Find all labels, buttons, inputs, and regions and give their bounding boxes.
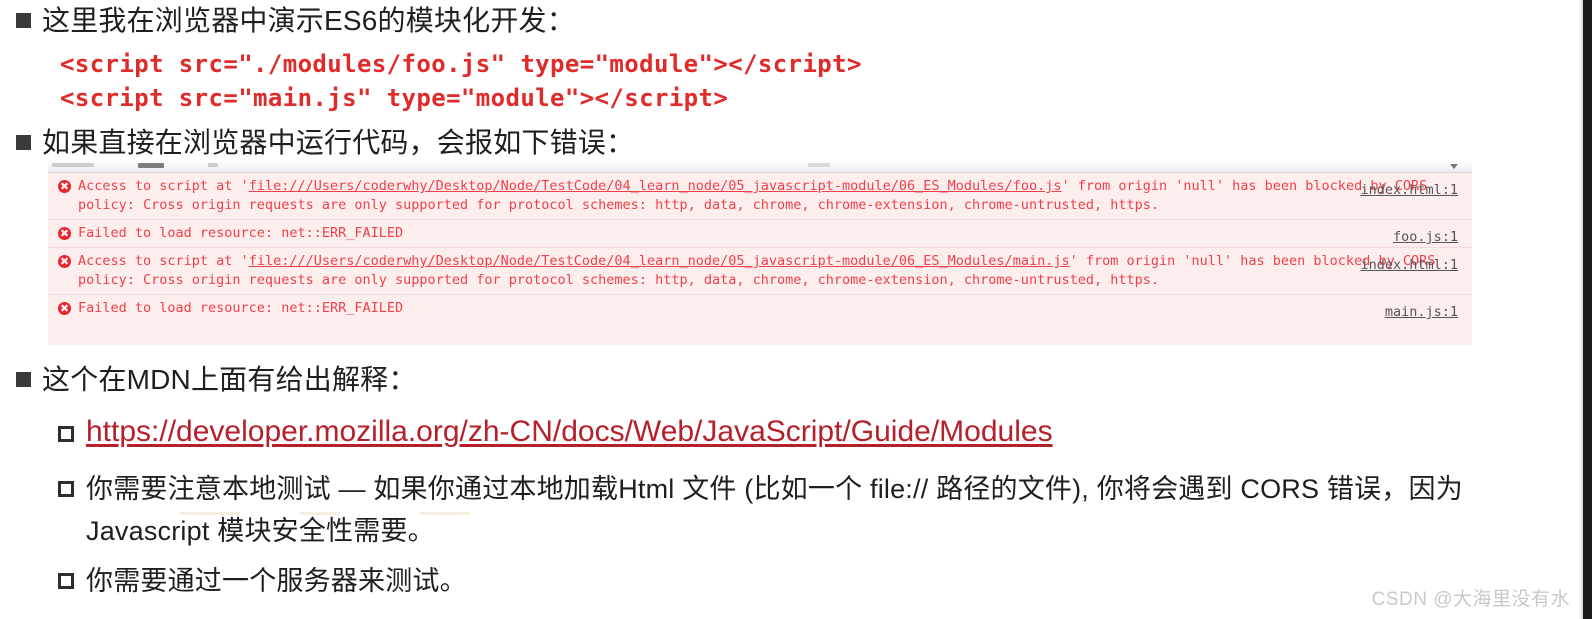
mdn-note2-item: 你需要通过一个服务器来测试。 xyxy=(58,562,467,600)
console-error-3-pre: Access to script at ' xyxy=(78,253,249,269)
hollow-square-bullet-icon xyxy=(58,426,74,442)
hollow-square-bullet-icon xyxy=(58,573,74,589)
console-error-1-pre: Access to script at ' xyxy=(78,178,249,194)
console-error-3-source[interactable]: index.html:1 xyxy=(1360,256,1458,275)
bullet-3-label: 这个在MDN上面有给出解释： xyxy=(42,364,417,395)
mdn-note2-label: 你需要通过一个服务器来测试。 xyxy=(86,566,467,596)
filled-square-bullet-icon xyxy=(16,135,31,150)
console-error-row[interactable]: ✖ Failed to load resource: net::ERR_FAIL… xyxy=(48,295,1472,322)
error-circle-icon: ✖ xyxy=(58,255,71,268)
code-line-2: <script src="main.js" type="module"></sc… xyxy=(60,84,729,112)
mdn-note-item: 你需要注意本地测试 — 如果你通过本地加载Html 文件 (比如一个 file:… xyxy=(58,470,1463,550)
chevron-down-icon[interactable] xyxy=(1450,164,1458,169)
bullet-item-2: 如果直接在浏览器中运行代码，会报如下错误： xyxy=(16,126,634,160)
toolbar-ghost-item xyxy=(138,163,164,168)
toolbar-ghost-item xyxy=(808,163,830,167)
filled-square-bullet-icon xyxy=(16,13,31,28)
console-error-2-text: Failed to load resource: net::ERR_FAILED xyxy=(78,225,404,241)
console-error-row[interactable]: ✖ Access to script at 'file:///Users/cod… xyxy=(48,173,1472,220)
console-error-1-source[interactable]: index.html:1 xyxy=(1360,181,1458,200)
console-error-row[interactable]: ✖ Access to script at 'file:///Users/cod… xyxy=(48,248,1472,295)
hollow-square-bullet-icon xyxy=(58,481,74,497)
mdn-link-item[interactable]: https://developer.mozilla.org/zh-CN/docs… xyxy=(58,415,1053,449)
toolbar-ghost-item xyxy=(52,163,94,167)
console-error-4-source[interactable]: main.js:1 xyxy=(1385,303,1458,322)
error-circle-icon: ✖ xyxy=(58,302,71,315)
console-error-1-url[interactable]: file:///Users/coderwhy/Desktop/Node/Test… xyxy=(249,178,1062,194)
mdn-note-line-1: 你需要注意本地测试 — 如果你通过本地加载Html 文件 (比如一个 file:… xyxy=(86,474,1463,504)
bullet-1-label: 这里我在浏览器中演示ES6的模块化开发： xyxy=(42,5,575,36)
error-circle-icon: ✖ xyxy=(58,227,71,240)
compression-artifact xyxy=(180,512,240,515)
bullet-item-3: 这个在MDN上面有给出解释： xyxy=(16,363,417,397)
error-circle-icon: ✖ xyxy=(58,180,71,193)
slide-canvas: 这里我在浏览器中演示ES6的模块化开发： <script src="./modu… xyxy=(0,0,1592,619)
toolbar-ghost-item xyxy=(208,163,218,167)
filled-square-bullet-icon xyxy=(16,372,31,387)
console-error-row[interactable]: ✖ Failed to load resource: net::ERR_FAIL… xyxy=(48,220,1472,248)
console-error-3-url[interactable]: file:///Users/coderwhy/Desktop/Node/Test… xyxy=(249,253,1070,269)
csdn-watermark: CSDN @大海里没有水 xyxy=(1371,589,1570,610)
compression-artifact xyxy=(300,512,340,515)
page-edge-strip xyxy=(1583,0,1592,619)
compression-artifact xyxy=(420,512,470,515)
console-error-2-source[interactable]: foo.js:1 xyxy=(1393,228,1458,247)
console-error-4-text: Failed to load resource: net::ERR_FAILED xyxy=(78,300,404,316)
mdn-modules-link[interactable]: https://developer.mozilla.org/zh-CN/docs… xyxy=(86,415,1053,449)
bullet-2-label: 如果直接在浏览器中运行代码，会报如下错误： xyxy=(42,127,635,158)
bullet-item-1: 这里我在浏览器中演示ES6的模块化开发： xyxy=(16,4,575,38)
devtools-console-panel[interactable]: ✖ Access to script at 'file:///Users/cod… xyxy=(48,172,1472,345)
code-line-1: <script src="./modules/foo.js" type="mod… xyxy=(60,50,862,78)
mdn-note-line-2: Javascript 模块安全性需要。 xyxy=(86,516,435,546)
